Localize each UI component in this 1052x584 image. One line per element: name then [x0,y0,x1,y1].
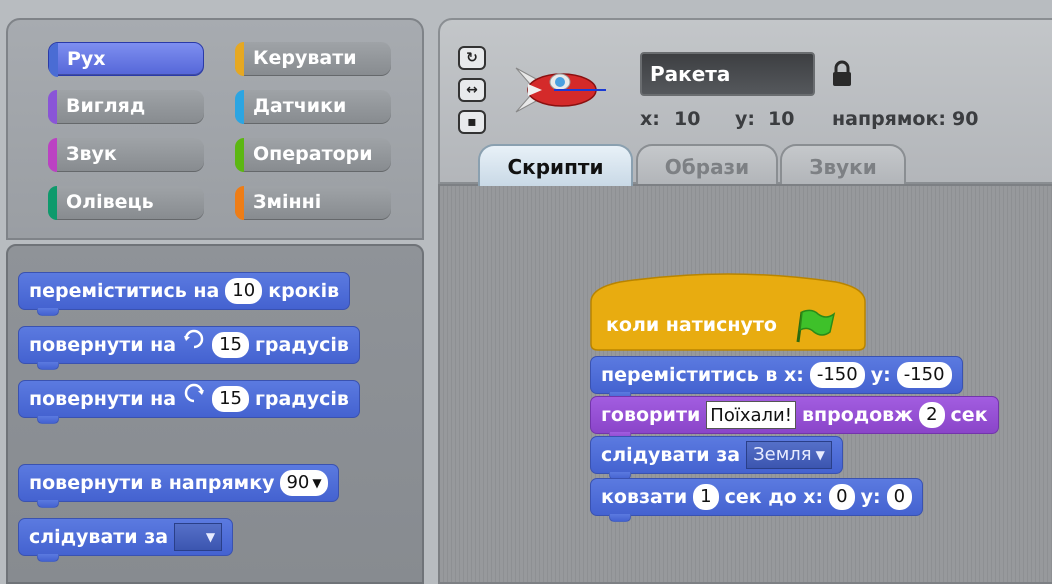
steps-input[interactable]: 10 [225,278,263,304]
palette-turn-cw-block[interactable]: повернути на 15 градусів [18,326,360,370]
category-label: Змінні [253,191,322,213]
follow-target-dropdown[interactable]: ▼ [174,523,223,551]
direction-dropdown[interactable]: 90 ▼ [280,470,328,496]
category-pen[interactable]: Олівець [48,186,204,220]
block-text: переміститись в x: [601,364,804,386]
say-for-secs-block[interactable]: говорити Поїхали! впродовж 2 сек [590,396,999,440]
category-swatch [235,42,244,76]
category-swatch [235,138,244,172]
category-swatch [235,186,244,220]
category-swatch [235,90,244,124]
goto-xy-block[interactable]: переміститись в x: -150 y: -150 [590,356,963,400]
y-input[interactable]: 0 [886,484,913,510]
lock-icon[interactable] [830,60,854,88]
chevron-down-icon: ▼ [205,530,216,544]
palette-turn-ccw-block[interactable]: повернути на 15 градусів [18,380,360,424]
block-text: y: [870,364,891,386]
block-text: повернути на [29,388,177,410]
rocket-icon [515,67,606,113]
chevron-down-icon: ▼ [312,476,322,490]
category-swatch [48,138,57,172]
block-text: впродовж [801,404,914,426]
follow-target-dropdown[interactable]: Земля ▼ [746,441,832,469]
tab-scripts[interactable]: Скрипти [478,144,633,186]
category-label: Рух [67,48,106,70]
category-label: Олівець [66,191,154,213]
category-label: Датчики [253,95,347,117]
category-sound[interactable]: Звук [48,138,204,172]
direction-value: 90 [286,472,310,493]
rotate-icon: ↻ [466,50,478,66]
block-text: переміститись на [29,280,220,302]
rotation-style-none-button[interactable]: ▪ [458,110,486,134]
direction-label: напрямок: [832,108,946,130]
category-swatch [48,186,57,220]
x-input[interactable]: 0 [829,484,855,510]
category-motion[interactable]: Рух [48,42,204,77]
block-text: повернути в напрямку [29,472,275,494]
category-looks[interactable]: Вигляд [48,90,204,124]
y-input[interactable]: -150 [896,362,952,388]
rotate-ccw-icon [182,381,206,417]
category-label: Оператори [253,143,373,165]
block-text: градусів [255,334,349,356]
block-text: повернути на [29,334,177,356]
when-flag-clicked-block[interactable]: коли натиснуто [590,272,866,352]
block-text: слідувати за [601,444,741,466]
dot-icon: ▪ [467,114,477,130]
y-value: 10 [768,108,795,130]
palette-point-direction-block[interactable]: повернути в напрямку 90 ▼ [18,464,339,508]
glide-block[interactable]: ковзати 1 сек до x: 0 y: 0 [590,478,924,522]
direction-value: 90 [952,108,979,130]
category-variables[interactable]: Змінні [235,186,391,220]
category-label: Керувати [253,47,357,69]
block-text: коли натиснуто [606,314,777,336]
x-value: 10 [674,108,701,130]
category-label: Звук [66,143,117,165]
message-input[interactable]: Поїхали! [706,401,796,429]
degrees-input[interactable]: 15 [212,332,249,358]
tab-sounds[interactable]: Звуки [780,144,906,186]
block-text: ковзати [601,486,688,508]
chevron-down-icon: ▼ [815,448,825,462]
green-flag-icon [796,308,836,348]
follow-target-value: Земля [753,444,812,465]
rotation-style-rotate-button[interactable]: ↻ [458,46,486,70]
category-control[interactable]: Керувати [235,42,391,76]
seconds-input[interactable]: 1 [693,484,719,510]
x-label: x: [640,108,660,130]
category-label: Вигляд [66,95,146,117]
block-text: сек до x: [724,486,824,508]
tab-costumes[interactable]: Образи [636,144,778,186]
sprite-name-field[interactable]: Ракета [640,52,815,96]
palette-follow-block[interactable]: слідувати за ▼ [18,518,234,562]
degrees-input[interactable]: 15 [212,386,249,412]
category-swatch [49,43,58,77]
y-label: y: [735,108,755,130]
block-text: градусів [255,388,349,410]
block-text: y: [860,486,881,508]
block-text: кроків [268,280,340,302]
category-operators[interactable]: Оператори [235,138,391,172]
block-text: сек [950,404,988,426]
x-input[interactable]: -150 [809,362,865,388]
palette-move-block[interactable]: переміститись на 10 кроків [18,272,351,316]
rotate-cw-icon [182,327,206,363]
left-right-arrow-icon: ↔ [466,82,478,98]
block-text: слідувати за [29,526,169,548]
sprite-thumbnail [508,58,608,122]
follow-block[interactable]: слідувати за Земля ▼ [590,436,843,480]
category-swatch [48,90,57,124]
rotation-style-flip-button[interactable]: ↔ [458,78,486,102]
category-sensing[interactable]: Датчики [235,90,391,124]
block-text: говорити [601,404,701,426]
seconds-input[interactable]: 2 [919,402,945,428]
